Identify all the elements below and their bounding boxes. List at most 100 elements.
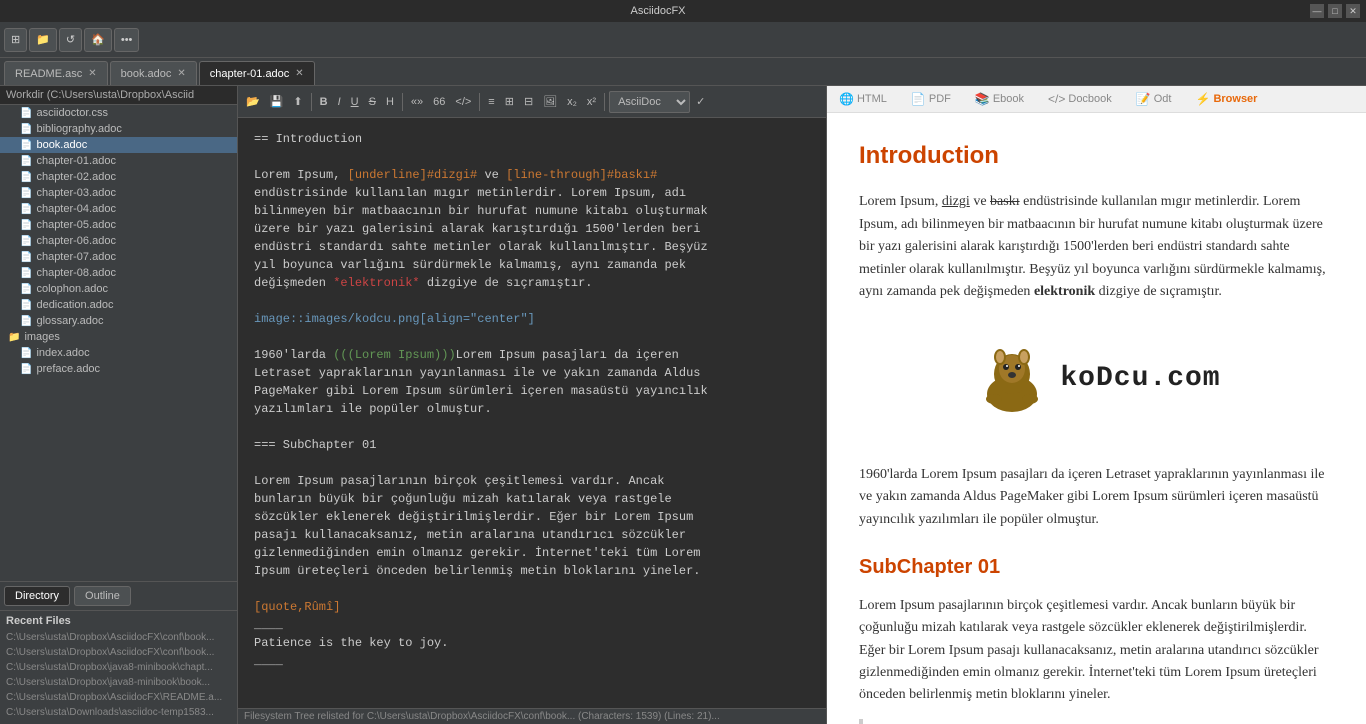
tree-item-book[interactable]: 📄 book.adoc <box>0 137 237 153</box>
quote-button[interactable]: «» <box>407 90 427 114</box>
preview-tab-docbook[interactable]: </> Docbook <box>1044 90 1116 108</box>
recent-file-4[interactable]: C:\Users\usta\Dropbox\java8-minibook\boo… <box>6 675 231 690</box>
recent-file-3[interactable]: C:\Users\usta\Dropbox\java8-minibook\cha… <box>6 660 231 675</box>
preview-tab-pdf[interactable]: 📄 PDF <box>907 90 955 108</box>
new-button[interactable]: ⊞ <box>4 28 27 52</box>
maximize-button[interactable]: □ <box>1328 4 1342 18</box>
preview-tab-html[interactable]: 🌐 HTML <box>835 90 891 108</box>
editor-line-7: endüstri standardı sahte metinler olarak… <box>254 238 810 256</box>
open-file-btn[interactable]: 📂 <box>242 90 264 114</box>
editor-line-blank-1 <box>254 148 810 166</box>
tree-item-label: chapter-03.adoc <box>36 187 116 199</box>
tree-item-chapter04[interactable]: 📄 chapter-04.adoc <box>0 201 237 217</box>
validate-button[interactable]: ✓ <box>692 90 709 114</box>
list-button[interactable]: ≡ <box>484 90 498 114</box>
tree-item-images[interactable]: 📁 images <box>0 329 237 345</box>
home-button[interactable]: 🏠 <box>84 28 112 52</box>
recent-file-6[interactable]: C:\Users\usta\Downloads\asciidoc-temp158… <box>6 705 231 720</box>
more-button[interactable]: ••• <box>114 28 140 52</box>
tree-item-colophon[interactable]: 📄 colophon.adoc <box>0 281 237 297</box>
inline-code-button[interactable]: </> <box>451 90 475 114</box>
preview-bold-elektronik: elektronik <box>1034 284 1095 299</box>
preview-tab-odt[interactable]: 📝 Odt <box>1132 90 1176 108</box>
strikethrough-button[interactable]: S <box>365 90 380 114</box>
tree-item-glossary[interactable]: 📄 glossary.adoc <box>0 313 237 329</box>
toolbar-separator-1 <box>311 93 312 111</box>
close-button[interactable]: ✕ <box>1346 4 1360 18</box>
minimize-button[interactable]: — <box>1310 4 1324 18</box>
editor-status: Filesystem Tree relisted for C:\Users\us… <box>238 708 826 724</box>
tab-book-close[interactable]: ✕ <box>177 68 185 79</box>
tree-item-chapter03[interactable]: 📄 chapter-03.adoc <box>0 185 237 201</box>
editor-line-quote-attr: [quote,Rûmî] <box>254 598 810 616</box>
tree-item-label: bibliography.adoc <box>36 123 121 135</box>
file-icon: 📄 <box>20 268 32 279</box>
heading-button[interactable]: H <box>382 90 398 114</box>
titlebar: AsciidocFX — □ ✕ <box>0 0 1366 22</box>
tree-item-index[interactable]: 📄 index.adoc <box>0 345 237 361</box>
tree-item-chapter01[interactable]: 📄 chapter-01.adoc <box>0 153 237 169</box>
editor-line-subchapter: === SubChapter 01 <box>254 436 810 454</box>
open-button[interactable]: 📁 <box>29 28 57 52</box>
sidebar-tab-outline[interactable]: Outline <box>74 586 131 606</box>
recent-file-1[interactable]: C:\Users\usta\Dropbox\AsciidocFX\conf\bo… <box>6 630 231 645</box>
subscript-button[interactable]: x₂ <box>563 90 581 114</box>
preview-heading2: SubChapter 01 <box>859 551 1334 583</box>
code-block-button[interactable]: 66 <box>429 90 449 114</box>
editor-line-3: Lorem Ipsum, [underline]#dizgi# ve [line… <box>254 166 810 184</box>
preview-tab-ebook[interactable]: 📚 Ebook <box>971 90 1028 108</box>
file-icon: 📄 <box>20 316 32 327</box>
tree-item-chapter02[interactable]: 📄 chapter-02.adoc <box>0 169 237 185</box>
tree-item-dedication[interactable]: 📄 dedication.adoc <box>0 297 237 313</box>
tab-chapter01-close[interactable]: ✕ <box>295 68 303 79</box>
preview-para1: Lorem Ipsum, dizgi ve baskı endüstrisind… <box>859 191 1334 303</box>
tab-chapter01[interactable]: chapter-01.adoc ✕ <box>199 61 315 85</box>
bold-button[interactable]: B <box>316 90 332 114</box>
editor-line-25: Ipsum üreteçleri önceden belirlenmiş met… <box>254 562 810 580</box>
preview-tab-odt-label: Odt <box>1154 93 1172 105</box>
editor-line-24: gizlenmediğinden emin olmanız gerekir. İ… <box>254 544 810 562</box>
table-insert-button[interactable]: ⊞ <box>501 90 518 114</box>
recent-file-2[interactable]: C:\Users\usta\Dropbox\AsciidocFX\conf\bo… <box>6 645 231 660</box>
italic-button[interactable]: I <box>334 90 345 114</box>
editor-line-14: Letraset yapraklarının yayınlanması ile … <box>254 364 810 382</box>
preview-logo-box: koDcu.com <box>859 319 1334 447</box>
tree-item-label: dedication.adoc <box>36 299 113 311</box>
upload-btn[interactable]: ⬆ <box>289 90 306 114</box>
recent-file-5[interactable]: C:\Users\usta\Dropbox\AsciidocFX\README.… <box>6 690 231 705</box>
editor-content[interactable]: == Introduction Lorem Ipsum, [underline]… <box>238 118 826 708</box>
language-dropdown[interactable]: AsciiDoc Markdown <box>609 91 690 113</box>
tree-item-label: glossary.adoc <box>36 315 103 327</box>
tree-item-label: chapter-04.adoc <box>36 203 116 215</box>
toolbar-separator-4 <box>604 93 605 111</box>
tab-readme-close[interactable]: ✕ <box>88 68 96 79</box>
save-file-btn[interactable]: 💾 <box>266 90 288 114</box>
table-remove-button[interactable]: ⊟ <box>520 90 537 114</box>
sidebar-tabs: Directory Outline <box>0 581 237 610</box>
tree-item-chapter08[interactable]: 📄 chapter-08.adoc <box>0 265 237 281</box>
tree-item-chapter05[interactable]: 📄 chapter-05.adoc <box>0 217 237 233</box>
tree-item-chapter06[interactable]: 📄 chapter-06.adoc <box>0 233 237 249</box>
preview-para3: Lorem Ipsum pasajlarının birçok çeşitlem… <box>859 595 1334 707</box>
tab-readme[interactable]: README.asc ✕ <box>4 61 108 85</box>
preview-tab-ebook-label: Ebook <box>993 93 1024 105</box>
sidebar-tab-directory[interactable]: Directory <box>4 586 70 606</box>
underline-button[interactable]: U <box>347 90 363 114</box>
tree-item-label: images <box>24 331 59 343</box>
refresh-button[interactable]: ↺ <box>59 28 82 52</box>
file-icon: 📄 <box>20 108 32 119</box>
tree-item-asciidoctor-css[interactable]: 📄 asciidoctor.css <box>0 105 237 121</box>
tab-book[interactable]: book.adoc ✕ <box>110 61 197 85</box>
editor-line-22: sözcükler eklenerek değiştirilmişlerdir.… <box>254 508 810 526</box>
preview-tab-browser[interactable]: ⚡ Browser <box>1191 90 1261 108</box>
image-button[interactable]: 🖼 <box>539 90 561 114</box>
tree-item-chapter07[interactable]: 📄 chapter-07.adoc <box>0 249 237 265</box>
tree-item-preface[interactable]: 📄 preface.adoc <box>0 361 237 377</box>
preview-area: 🌐 HTML 📄 PDF 📚 Ebook </> Docbook 📝 Odt ⚡ <box>826 86 1366 724</box>
tree-item-bibliography[interactable]: 📄 bibliography.adoc <box>0 121 237 137</box>
preview-tab-browser-label: Browser <box>1213 93 1257 105</box>
logo-text: koDcu.com <box>1060 357 1220 402</box>
preview-para2: 1960'larda Lorem Ipsum pasajları da içer… <box>859 464 1334 531</box>
editor-line-blank-2 <box>254 292 810 310</box>
superscript-button[interactable]: x² <box>583 90 600 114</box>
